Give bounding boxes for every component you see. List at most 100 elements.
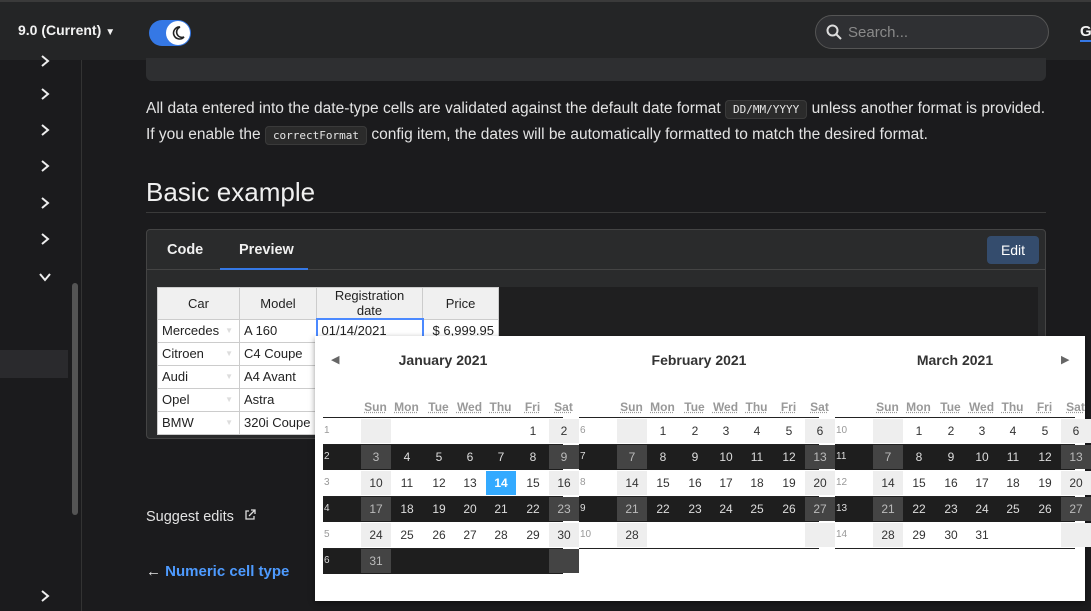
calendar-day[interactable]: 5 [1030, 419, 1060, 443]
calendar-day[interactable]: 26 [1030, 497, 1060, 521]
table-cell[interactable]: C4 Coupe [239, 341, 317, 366]
theme-toggle[interactable] [149, 20, 191, 46]
calendar-day[interactable]: 9 [936, 445, 966, 469]
calendar-day[interactable]: 31 [361, 549, 391, 573]
calendar-day[interactable]: 18 [742, 471, 772, 495]
calendar-day[interactable]: 5 [424, 445, 454, 469]
calendar-day[interactable]: 7 [617, 445, 647, 469]
chevron-right-icon[interactable] [38, 54, 52, 68]
calendar-day[interactable]: 15 [518, 471, 548, 495]
calendar-day[interactable]: 1 [648, 419, 678, 443]
calendar-day[interactable]: 5 [774, 419, 804, 443]
calendar-day[interactable]: 22 [518, 497, 548, 521]
calendar-day[interactable]: 26 [774, 497, 804, 521]
calendar-day[interactable]: 22 [904, 497, 934, 521]
calendar-day[interactable]: 13 [1061, 445, 1091, 469]
calendar-day[interactable]: 19 [1030, 471, 1060, 495]
table-cell[interactable]: A4 Avant [239, 364, 317, 389]
calendar-day[interactable]: 9 [549, 445, 579, 469]
sidebar-active-item[interactable] [0, 350, 68, 378]
table-cell[interactable]: BMW [157, 410, 240, 435]
calendar-day[interactable]: 24 [361, 523, 391, 547]
chevron-down-icon[interactable] [38, 270, 52, 284]
calendar-day[interactable]: 19 [424, 497, 454, 521]
calendar-day[interactable]: 3 [967, 419, 997, 443]
table-cell[interactable]: Citroen [157, 341, 240, 366]
calendar-day[interactable]: 2 [680, 419, 710, 443]
version-dropdown[interactable]: 9.0 (Current) ▼ [18, 22, 115, 38]
calendar-day[interactable]: 11 [392, 471, 422, 495]
tab-code[interactable]: Code [167, 242, 203, 258]
calendar-day[interactable]: 20 [805, 471, 835, 495]
tab-preview[interactable]: Preview [239, 242, 294, 258]
calendar-day[interactable]: 23 [549, 497, 579, 521]
calendar-day[interactable]: 4 [392, 445, 422, 469]
column-header[interactable]: Registration date [316, 287, 423, 320]
calendar-day[interactable]: 24 [967, 497, 997, 521]
calendar-day[interactable]: 29 [904, 523, 934, 547]
calendar-day[interactable]: 11 [998, 445, 1028, 469]
column-header[interactable]: Car [157, 287, 240, 320]
calendar-day[interactable]: 16 [549, 471, 579, 495]
calendar-day[interactable]: 12 [424, 471, 454, 495]
chevron-right-icon[interactable] [38, 123, 52, 137]
calendar-day[interactable]: 14 [486, 471, 516, 495]
chevron-right-icon[interactable] [38, 232, 52, 246]
calendar-day[interactable]: 27 [455, 523, 485, 547]
table-cell[interactable]: Audi [157, 364, 240, 389]
search-input[interactable] [848, 22, 1038, 42]
calendar-day[interactable]: 13 [455, 471, 485, 495]
calendar-day[interactable]: 1 [904, 419, 934, 443]
table-cell[interactable]: Astra [239, 387, 317, 412]
calendar-day[interactable]: 14 [617, 471, 647, 495]
calendar-day[interactable]: 25 [392, 523, 422, 547]
edit-button[interactable]: Edit [987, 236, 1039, 264]
calendar-day[interactable]: 9 [680, 445, 710, 469]
calendar-day[interactable]: 10 [711, 445, 741, 469]
chevron-right-icon[interactable] [38, 589, 52, 603]
calendar-day[interactable]: 12 [774, 445, 804, 469]
calendar-day[interactable]: 6 [455, 445, 485, 469]
table-cell[interactable]: 320i Coupe [239, 410, 317, 435]
table-cell[interactable]: A 160 [239, 318, 317, 343]
calendar-day[interactable]: 25 [742, 497, 772, 521]
calendar-day[interactable]: 15 [648, 471, 678, 495]
calendar-day[interactable]: 10 [967, 445, 997, 469]
calendar-day[interactable]: 16 [936, 471, 966, 495]
calendar-day[interactable]: 3 [711, 419, 741, 443]
calendar-day[interactable]: 30 [936, 523, 966, 547]
calendar-day[interactable]: 28 [486, 523, 516, 547]
calendar-day[interactable]: 16 [680, 471, 710, 495]
calendar-day[interactable]: 26 [424, 523, 454, 547]
calendar-day[interactable]: 22 [648, 497, 678, 521]
calendar-day[interactable]: 7 [873, 445, 903, 469]
column-header[interactable]: Model [239, 287, 317, 320]
chevron-right-icon[interactable] [38, 87, 52, 101]
calendar-day[interactable]: 20 [455, 497, 485, 521]
table-cell[interactable]: Opel [157, 387, 240, 412]
calendar-day[interactable]: 25 [998, 497, 1028, 521]
calendar-day[interactable]: 8 [904, 445, 934, 469]
calendar-day[interactable]: 31 [967, 523, 997, 547]
calendar-day[interactable]: 6 [1061, 419, 1091, 443]
github-link[interactable]: G [1080, 23, 1091, 42]
calendar-day[interactable]: 27 [1061, 497, 1091, 521]
column-header[interactable]: Price [422, 287, 499, 320]
calendar-day[interactable]: 1 [518, 419, 548, 443]
calendar-day[interactable]: 29 [518, 523, 548, 547]
calendar-day[interactable]: 18 [998, 471, 1028, 495]
calendar-day[interactable]: 28 [617, 523, 647, 547]
calendar-day[interactable]: 28 [873, 523, 903, 547]
calendar-day[interactable]: 23 [936, 497, 966, 521]
calendar-day[interactable]: 24 [711, 497, 741, 521]
calendar-day[interactable]: 15 [904, 471, 934, 495]
calendar-day[interactable]: 11 [742, 445, 772, 469]
calendar-day[interactable]: 21 [873, 497, 903, 521]
prev-page-link[interactable]: ← Numeric cell type [146, 563, 289, 580]
calendar-day[interactable]: 21 [486, 497, 516, 521]
calendar-day[interactable]: 8 [518, 445, 548, 469]
calendar-day[interactable]: 19 [774, 471, 804, 495]
suggest-edits-link[interactable]: Suggest edits [146, 509, 256, 525]
chevron-right-icon[interactable] [38, 159, 52, 173]
chevron-right-icon[interactable] [38, 196, 52, 210]
